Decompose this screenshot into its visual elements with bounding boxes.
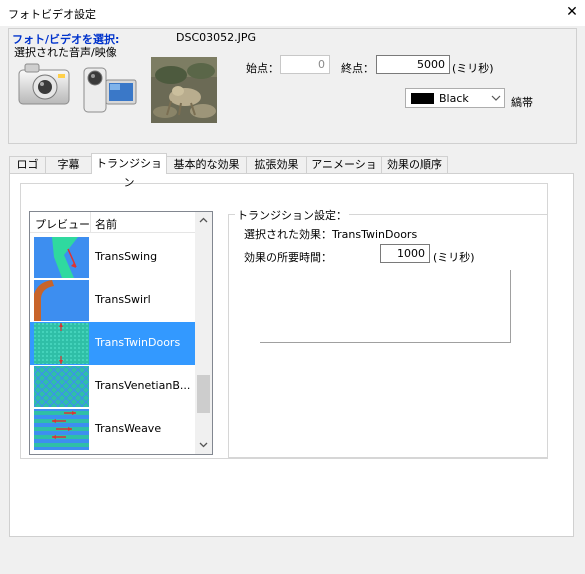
list-scrollbar[interactable] bbox=[195, 212, 212, 454]
list-item[interactable]: TransSwirl bbox=[30, 279, 195, 322]
tab-subtitles[interactable]: 字幕 bbox=[45, 156, 92, 173]
camera-icon[interactable] bbox=[17, 58, 72, 108]
end-input[interactable]: 5000 bbox=[376, 55, 450, 74]
column-preview: プレビュー bbox=[35, 218, 90, 231]
column-divider bbox=[90, 212, 91, 232]
tab-effect-order[interactable]: 効果の順序 bbox=[381, 156, 448, 173]
preview-frame-bottom bbox=[260, 342, 511, 343]
camcorder-icon[interactable] bbox=[80, 60, 140, 116]
transition-list[interactable]: プレビュー 名前 TransSwing TransSwirl TransTwin… bbox=[29, 211, 213, 455]
column-name: 名前 bbox=[95, 218, 117, 231]
duration-label: 効果の所要時間： bbox=[244, 251, 332, 264]
list-item[interactable]: TransVenetianB... bbox=[30, 365, 195, 408]
transition-name: TransSwing bbox=[95, 250, 158, 263]
transition-preview bbox=[34, 366, 89, 407]
start-input[interactable]: 0 bbox=[280, 55, 330, 74]
transition-name: TransSwirl bbox=[95, 293, 151, 306]
color-name: Black bbox=[439, 92, 469, 105]
border-label: 縞帯 bbox=[511, 96, 533, 109]
duration-input[interactable]: 1000 bbox=[380, 244, 430, 263]
transition-preview bbox=[34, 409, 89, 450]
selected-filename: DSC03052.JPG bbox=[176, 31, 257, 44]
transition-preview bbox=[34, 237, 89, 278]
transition-name: TransWeave bbox=[95, 422, 162, 435]
tab-extended-effects[interactable]: 拡張効果 bbox=[246, 156, 307, 173]
transition-preview bbox=[34, 280, 89, 321]
start-label: 始点： bbox=[246, 62, 279, 75]
tab-animation[interactable]: アニメーション bbox=[306, 156, 382, 186]
selected-effect-label: 選択された効果：TransTwinDoors bbox=[244, 228, 418, 241]
list-item[interactable]: TransWeave bbox=[30, 408, 195, 451]
list-item[interactable]: TransSwing bbox=[30, 236, 195, 279]
list-item-selected[interactable]: TransTwinDoors bbox=[30, 322, 195, 365]
end-label: 終点： bbox=[341, 62, 374, 75]
transition-preview bbox=[34, 323, 89, 364]
list-header: プレビュー 名前 bbox=[30, 212, 195, 233]
transition-settings-title: トランジション設定： bbox=[235, 207, 349, 223]
transition-name: TransTwinDoors bbox=[95, 336, 181, 349]
window-title: フォトビデオ設定 bbox=[8, 8, 96, 21]
color-swatch bbox=[411, 93, 434, 104]
chevron-up-icon[interactable] bbox=[197, 214, 210, 227]
transition-name: TransVenetianB... bbox=[95, 379, 191, 392]
end-unit-label: (ミリ秒) bbox=[452, 62, 494, 75]
tab-transition[interactable]: トランジション bbox=[91, 153, 167, 189]
tab-basic-effects[interactable]: 基本的な効果 bbox=[166, 156, 247, 173]
chevron-down-icon bbox=[490, 92, 502, 104]
preview-frame-right bbox=[510, 270, 511, 343]
chevron-down-icon[interactable] bbox=[197, 438, 210, 451]
duration-unit-label: (ミリ秒) bbox=[433, 251, 475, 264]
scrollbar-thumb[interactable] bbox=[197, 375, 210, 413]
tab-logo[interactable]: ロゴ bbox=[9, 156, 46, 173]
border-color-select[interactable]: Black bbox=[405, 88, 505, 108]
photo-thumbnail bbox=[151, 57, 217, 123]
close-icon[interactable]: ✕ bbox=[563, 3, 581, 21]
